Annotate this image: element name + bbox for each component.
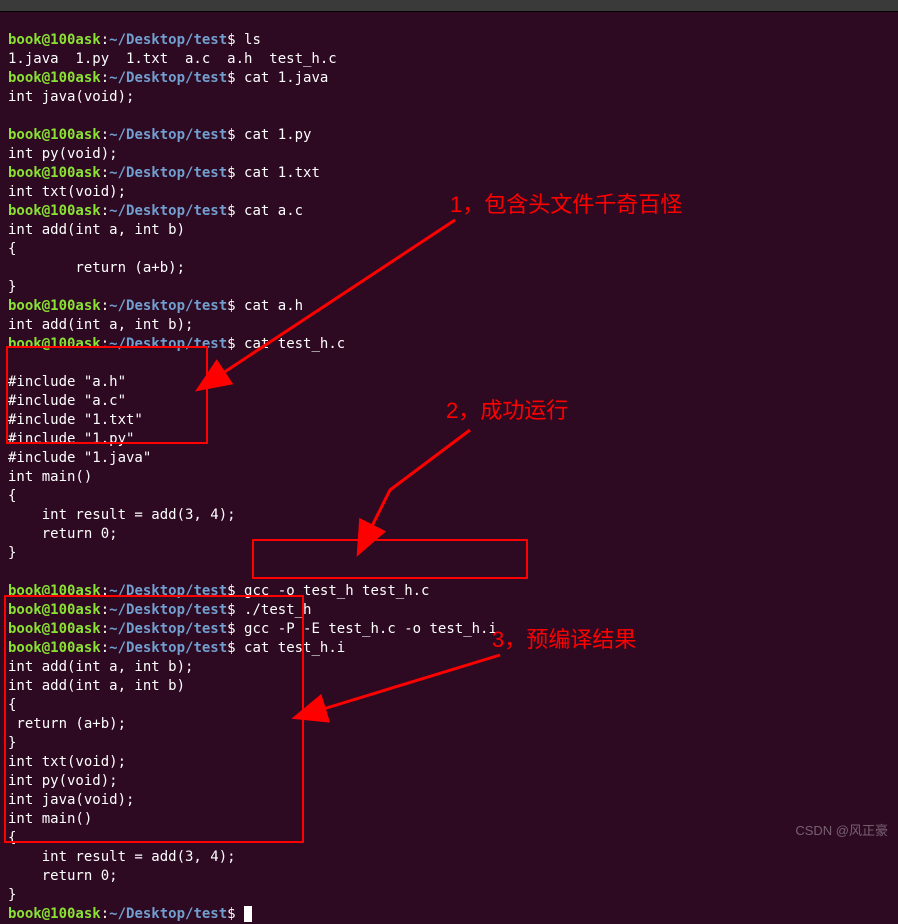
out-ac1: int add(int a, int b) xyxy=(8,222,185,238)
out-pre1: int add(int a, int b); xyxy=(8,659,193,675)
cmd-gcc-preproc: gcc -P -E test_h.c -o test_h.i xyxy=(244,621,497,637)
out-inc5: #include "1.java" xyxy=(8,450,151,466)
cmd-ls: ls xyxy=(244,32,261,48)
out-ac3: return (a+b); xyxy=(8,260,185,276)
out-pre6: int txt(void); xyxy=(8,754,126,770)
out-main5: } xyxy=(8,545,16,561)
out-pre8: int java(void); xyxy=(8,792,134,808)
out-ah: int add(int a, int b); xyxy=(8,317,193,333)
out-main1: int main() xyxy=(8,469,92,485)
out-cat-py: int py(void); xyxy=(8,146,118,162)
prompt-path: ~/Desktop/test xyxy=(109,32,227,48)
cmd-cat-ah: cat a.h xyxy=(244,298,303,314)
out-cat-java: int java(void); xyxy=(8,89,134,105)
cmd-cat-py: cat 1.py xyxy=(244,127,311,143)
prompt-user: book@100ask xyxy=(8,70,101,86)
window-menubar xyxy=(0,0,898,12)
out-ls: 1.java 1.py 1.txt a.c a.h test_h.c xyxy=(8,51,337,67)
out-pre5: } xyxy=(8,735,16,751)
out-pre12: return 0; xyxy=(8,868,118,884)
prompt-user: book@100ask xyxy=(8,32,101,48)
cmd-run: ./test_h xyxy=(244,602,311,618)
cmd-cat-ac: cat a.c xyxy=(244,203,303,219)
cursor-icon xyxy=(244,906,252,922)
prompt-sep: : xyxy=(101,32,109,48)
out-inc1: #include "a.h" xyxy=(8,374,126,390)
out-inc4: #include "1.py" xyxy=(8,431,134,447)
out-pre7: int py(void); xyxy=(8,773,118,789)
cmd-cat-txt: cat 1.txt xyxy=(244,165,320,181)
out-pre9: int main() xyxy=(8,811,92,827)
cmd-cat-i: cat test_h.i xyxy=(244,640,345,656)
out-pre11: int result = add(3, 4); xyxy=(8,849,236,865)
out-main4: return 0; xyxy=(8,526,118,542)
out-cat-txt: int txt(void); xyxy=(8,184,126,200)
out-pre13: } xyxy=(8,887,16,903)
out-inc3: #include "1.txt" xyxy=(8,412,143,428)
watermark-text: CSDN @风正豪 xyxy=(795,821,888,840)
out-main3: int result = add(3, 4); xyxy=(8,507,236,523)
out-inc2: #include "a.c" xyxy=(8,393,126,409)
cmd-cat-java: cat 1.java xyxy=(244,70,328,86)
out-main2: { xyxy=(8,488,16,504)
cmd-cat-testh: cat test_h.c xyxy=(244,336,345,352)
prompt-symbol: $ xyxy=(227,32,235,48)
cmd-gcc-build: gcc -o test_h test_h.c xyxy=(244,583,429,599)
out-pre3: { xyxy=(8,697,16,713)
out-ac2: { xyxy=(8,241,16,257)
out-pre4: return (a+b); xyxy=(8,716,126,732)
out-pre2: int add(int a, int b) xyxy=(8,678,185,694)
terminal-area[interactable]: book@100ask:~/Desktop/test$ ls 1.java 1.… xyxy=(0,12,898,924)
out-ac4: } xyxy=(8,279,16,295)
